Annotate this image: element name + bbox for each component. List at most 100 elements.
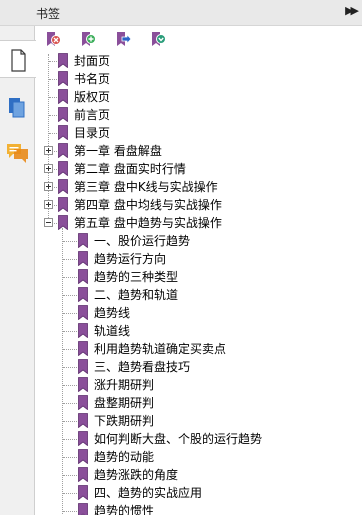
move-bookmark-button[interactable] — [114, 30, 134, 48]
move-bookmark-icon — [117, 32, 132, 46]
bookmark-toolbar — [36, 26, 362, 50]
tree-guide-branch — [63, 511, 77, 512]
bookmark-label[interactable]: 目录页 — [74, 125, 110, 141]
bookmark-label[interactable]: 趋势运行方向 — [94, 251, 166, 267]
bookmark-label[interactable]: 第四章 盘中均线与实战操作 — [74, 197, 222, 213]
bookmark-label[interactable]: 封面页 — [74, 53, 110, 69]
copy-pages-tab[interactable] — [0, 90, 35, 128]
bookmark-subitem[interactable]: 趋势线 — [36, 304, 362, 322]
bookmark-label[interactable]: 下跌期研判 — [94, 413, 154, 429]
bookmark-item[interactable]: 前言页 — [36, 106, 362, 124]
bookmark-item[interactable]: 书名页 — [36, 70, 362, 88]
delete-bookmark-icon — [47, 32, 61, 46]
bookmark-tree: 封面页书名页版权页前言页目录页第一章 看盘解盘第二章 盘面实时行情第三章 盘中K… — [36, 52, 362, 515]
expand-toggle[interactable] — [44, 146, 53, 155]
bookmark-icon — [78, 305, 88, 320]
bookmark-label[interactable]: 版权页 — [74, 89, 110, 105]
bookmark-icon — [78, 503, 88, 515]
bookmark-item[interactable]: 目录页 — [36, 124, 362, 142]
copy-pages-icon — [9, 98, 25, 118]
bookmark-item[interactable]: 第三章 盘中K线与实战操作 — [36, 178, 362, 196]
bookmark-subitem[interactable]: 趋势的三种类型 — [36, 268, 362, 286]
comment-icon — [7, 144, 28, 163]
tree-guide-branch — [63, 475, 77, 476]
tree-guide-branch — [63, 241, 77, 242]
tree-guide-branch — [63, 367, 77, 368]
bookmark-label[interactable]: 如何判断大盘、个股的运行趋势 — [94, 431, 262, 447]
bookmark-subitem[interactable]: 三、趋势看盘技巧 — [36, 358, 362, 376]
delete-bookmark-button[interactable] — [44, 30, 64, 48]
bookmark-label[interactable]: 二、趋势和轨道 — [94, 287, 178, 303]
tree-guide-branch — [63, 457, 77, 458]
expand-toggle[interactable] — [44, 200, 53, 209]
bookmark-label[interactable]: 趋势线 — [94, 305, 130, 321]
bookmark-icon — [58, 215, 68, 230]
tree-guide-branch — [49, 115, 57, 116]
bookmark-item[interactable]: 第四章 盘中均线与实战操作 — [36, 196, 362, 214]
bookmark-label[interactable]: 第五章 盘中趋势与实战操作 — [74, 215, 222, 231]
comments-tab[interactable] — [0, 136, 35, 174]
expand-toggle[interactable] — [44, 182, 53, 191]
bookmark-icon — [78, 233, 88, 248]
tree-guide-branch — [63, 259, 77, 260]
bookmark-label[interactable]: 前言页 — [74, 107, 110, 123]
bookmark-label[interactable]: 趋势涨跌的角度 — [94, 467, 178, 483]
bookmark-icon — [58, 107, 68, 122]
bookmark-label[interactable]: 利用趋势轨道确定买卖点 — [94, 341, 226, 357]
bookmark-subitem[interactable]: 二、趋势和轨道 — [36, 286, 362, 304]
bookmark-icon — [78, 251, 88, 266]
bookmark-item[interactable]: 版权页 — [36, 88, 362, 106]
bookmark-label[interactable]: 四、趋势的实战应用 — [94, 485, 202, 501]
add-bookmark-button[interactable] — [79, 30, 99, 48]
tree-guide-branch — [63, 295, 77, 296]
bookmark-label[interactable]: 三、趋势看盘技巧 — [94, 359, 190, 375]
bookmark-label[interactable]: 第二章 盘面实时行情 — [74, 161, 186, 177]
bookmark-icon — [78, 323, 88, 338]
tree-guide-branch — [49, 79, 57, 80]
bookmark-label[interactable]: 第一章 看盘解盘 — [74, 143, 162, 159]
bookmark-subitem[interactable]: 下跌期研判 — [36, 412, 362, 430]
panel-expand-button[interactable]: ▶▶ — [345, 4, 359, 17]
tree-guide-branch — [49, 97, 57, 98]
bookmark-label[interactable]: 一、股价运行趋势 — [94, 233, 190, 249]
tree-guide-branch — [63, 277, 77, 278]
tree-guide-branch — [49, 61, 57, 62]
tree-guide-branch — [63, 349, 77, 350]
bookmark-subitem[interactable]: 利用趋势轨道确定买卖点 — [36, 340, 362, 358]
bookmark-subitem[interactable]: 涨升期研判 — [36, 376, 362, 394]
bookmark-label[interactable]: 趋势的动能 — [94, 449, 154, 465]
page-thumbnails-tab[interactable] — [0, 40, 36, 78]
bookmark-subitem[interactable]: 四、趋势的实战应用 — [36, 484, 362, 502]
bookmark-subitem[interactable]: 盘整期研判 — [36, 394, 362, 412]
bookmark-subitem[interactable]: 趋势运行方向 — [36, 250, 362, 268]
bookmark-label[interactable]: 轨道线 — [94, 323, 130, 339]
tree-guide-branch — [63, 385, 77, 386]
bookmark-subitem[interactable]: 趋势的惯性 — [36, 502, 362, 515]
bookmark-item[interactable]: 第一章 看盘解盘 — [36, 142, 362, 160]
add-bookmark-icon — [82, 32, 96, 46]
expand-toggle[interactable] — [44, 164, 53, 173]
bookmark-subitem[interactable]: 趋势的动能 — [36, 448, 362, 466]
bookmark-label[interactable]: 盘整期研判 — [94, 395, 154, 411]
bookmark-subitem[interactable]: 如何判断大盘、个股的运行趋势 — [36, 430, 362, 448]
bookmark-subitem[interactable]: 一、股价运行趋势 — [36, 232, 362, 250]
bookmark-label[interactable]: 趋势的惯性 — [94, 503, 154, 515]
tree-guide-branch — [63, 403, 77, 404]
bookmark-icon — [78, 485, 88, 500]
bookmark-label[interactable]: 趋势的三种类型 — [94, 269, 178, 285]
bookmark-item[interactable]: 第五章 盘中趋势与实战操作 — [36, 214, 362, 232]
bookmark-label[interactable]: 第三章 盘中K线与实战操作 — [74, 179, 218, 195]
collapse-toggle[interactable] — [44, 218, 53, 227]
bookmark-icon — [58, 143, 68, 158]
bookmark-icon — [78, 377, 88, 392]
expand-bookmark-button[interactable] — [149, 30, 169, 48]
bookmark-item[interactable]: 封面页 — [36, 52, 362, 70]
bookmark-icon — [58, 53, 68, 68]
tree-guide-branch — [63, 493, 77, 494]
bookmark-item[interactable]: 第二章 盘面实时行情 — [36, 160, 362, 178]
bookmark-label[interactable]: 涨升期研判 — [94, 377, 154, 393]
tree-guide-branch — [63, 439, 77, 440]
bookmark-subitem[interactable]: 轨道线 — [36, 322, 362, 340]
bookmark-label[interactable]: 书名页 — [74, 71, 110, 87]
bookmark-subitem[interactable]: 趋势涨跌的角度 — [36, 466, 362, 484]
